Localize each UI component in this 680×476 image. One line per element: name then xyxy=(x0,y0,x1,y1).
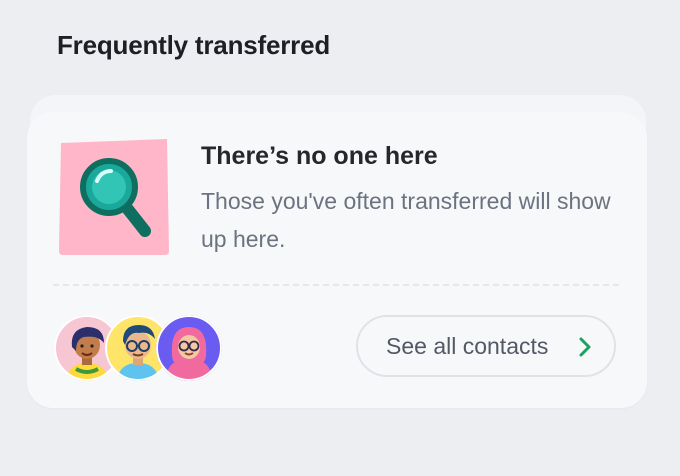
see-all-contacts-label: See all contacts xyxy=(386,332,549,359)
magnifier-icon xyxy=(57,139,171,255)
avatar-group xyxy=(54,315,224,383)
section-title: Frequently transferred xyxy=(57,30,331,60)
frequent-transfer-card: There’s no one here Those you've often t… xyxy=(27,112,647,408)
see-all-contacts-button[interactable]: See all contacts xyxy=(356,315,616,377)
avatar-woman-hijab xyxy=(156,315,222,381)
empty-state-title: There’s no one here xyxy=(201,142,438,170)
chevron-right-icon xyxy=(578,336,592,363)
divider xyxy=(53,284,619,286)
empty-state-description: Those you've often transferred will show… xyxy=(201,188,611,252)
